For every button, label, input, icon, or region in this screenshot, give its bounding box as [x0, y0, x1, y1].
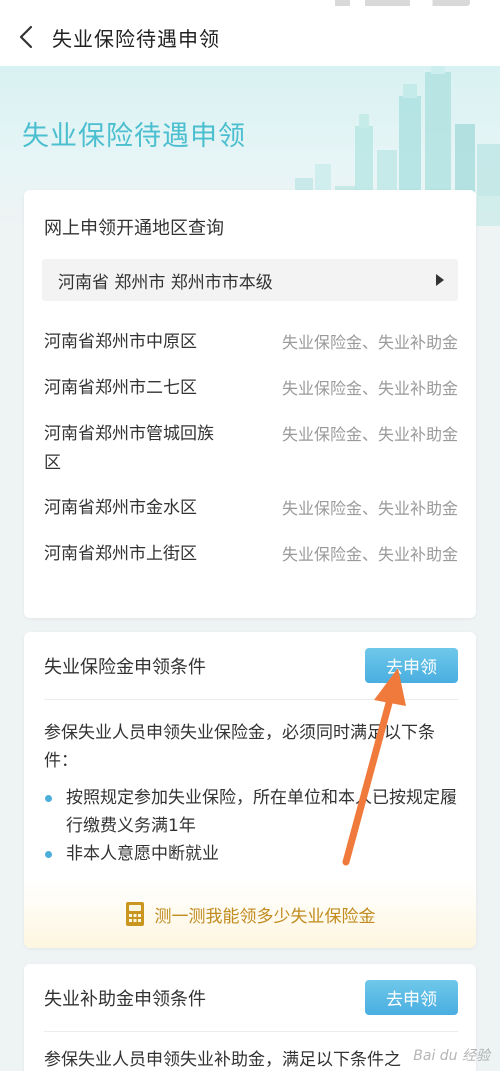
back-button[interactable]: [0, 8, 52, 66]
subsidy-conditions-card: 失业补助金申领条件 去申领 参保失业人员申领失业补助金，满足以下条件之: [24, 964, 476, 1071]
insurance-conditions-card: 失业保险金申领条件 去申领 参保失业人员申领失业保险金，必须同时满足以下条件： …: [24, 632, 476, 948]
region-benefit: 失业保险金、失业补助金: [281, 499, 458, 518]
region-benefit: 失业保险金、失业补助金: [281, 545, 458, 564]
calculator-icon: [125, 902, 144, 926]
subsidy-conditions-intro: 参保失业人员申领失业补助金，满足以下条件之: [44, 1050, 401, 1070]
divider: [44, 699, 458, 700]
list-item: 按照规定参加失业保险，所在单位和本人已按规定履行缴费义务满1年: [44, 784, 460, 840]
list-fade: [24, 580, 476, 618]
benefit-calculator-label: 测一测我能领多少失业保险金: [154, 906, 376, 927]
chevron-left-icon: [19, 25, 33, 49]
region-query-card: 网上申领开通地区查询 河南省 郑州市 郑州市市本级 河南省郑州市中原区 失业保险…: [24, 190, 476, 618]
caret-right-icon: [436, 274, 444, 286]
region-selector[interactable]: 河南省 郑州市 郑州市市本级: [42, 259, 458, 301]
region-name: 河南省郑州市管城回族区: [44, 424, 214, 473]
list-item: 非本人意愿中断就业: [44, 840, 460, 868]
apply-subsidy-button[interactable]: 去申领: [365, 980, 458, 1015]
status-icons: [320, 0, 470, 6]
benefit-calculator-link[interactable]: 测一测我能领多少失业保险金: [24, 880, 476, 948]
region-benefit: 失业保险金、失业补助金: [281, 425, 458, 444]
selected-region-text: 河南省 郑州市 郑州市市本级: [58, 272, 273, 293]
status-bar: [0, 0, 500, 8]
top-navigation-bar: 失业保险待遇申领: [0, 8, 500, 66]
banner-title: 失业保险待遇申领: [22, 121, 246, 152]
bullet-dot-icon: [45, 851, 52, 858]
divider: [44, 1031, 458, 1032]
condition-text: 按照规定参加失业保险，所在单位和本人已按规定履行缴费义务满1年: [66, 788, 457, 836]
region-benefit: 失业保险金、失业补助金: [281, 379, 458, 398]
insurance-conditions-list: 按照规定参加失业保险，所在单位和本人已按规定履行缴费义务满1年 非本人意愿中断就…: [44, 784, 460, 868]
apply-insurance-button[interactable]: 去申领: [365, 648, 458, 683]
baidu-watermark-logo: Bai du 经验: [413, 1048, 490, 1064]
insurance-conditions-title: 失业保险金申领条件: [44, 657, 206, 678]
insurance-conditions-intro: 参保失业人员申领失业保险金，必须同时满足以下条件：: [44, 723, 435, 771]
region-query-title: 网上申领开通地区查询: [44, 218, 224, 239]
region-name: 河南省郑州市中原区: [44, 332, 197, 352]
region-name: 河南省郑州市二七区: [44, 378, 197, 398]
page-title: 失业保险待遇申领: [52, 26, 220, 51]
region-benefit: 失业保险金、失业补助金: [281, 333, 458, 352]
bullet-dot-icon: [45, 795, 52, 802]
region-name: 河南省郑州市上街区: [44, 544, 197, 564]
subsidy-conditions-title: 失业补助金申领条件: [44, 989, 206, 1010]
region-name: 河南省郑州市金水区: [44, 498, 197, 518]
condition-text: 非本人意愿中断就业: [66, 844, 219, 864]
